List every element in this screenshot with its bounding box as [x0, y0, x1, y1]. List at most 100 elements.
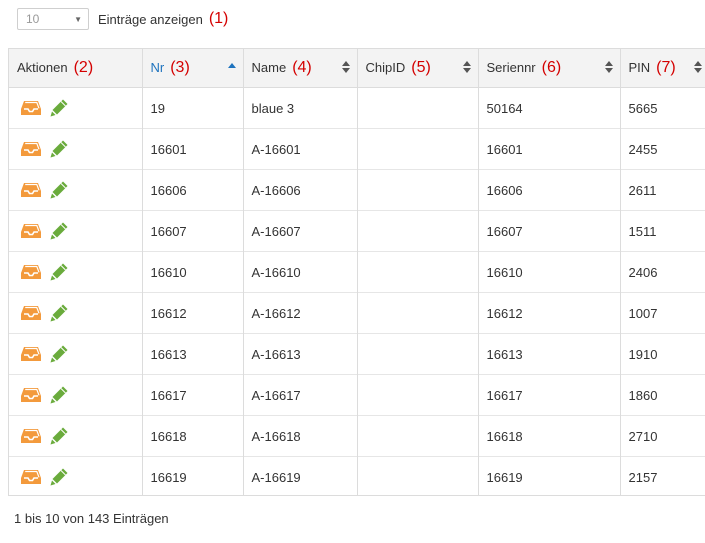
pencil-icon[interactable]	[49, 180, 69, 200]
row-actions	[17, 467, 141, 487]
table-row: 16613 A-16613 16613 1910	[9, 333, 705, 375]
pencil-icon[interactable]	[49, 303, 69, 323]
cell-chipid	[357, 87, 479, 129]
cell-seriennr: 16612	[478, 292, 621, 334]
cell-seriennr: 16617	[478, 374, 621, 416]
inbox-icon[interactable]	[21, 305, 41, 321]
cell-pin: 1910	[620, 333, 705, 375]
annotation-4: (4)	[292, 59, 312, 76]
sort-both-icon	[693, 61, 702, 73]
table-body: 19 blaue 3 50164 5665 16601 A-16601 16601 2455 1…	[9, 87, 705, 495]
annotation-3: (3)	[170, 59, 190, 76]
cell-pin: 2455	[620, 128, 705, 170]
cell-name: blaue 3	[243, 87, 358, 129]
cell-pin: 2611	[620, 169, 705, 211]
column-header-nr[interactable]: Nr (3)	[142, 49, 244, 88]
sort-both-icon	[341, 61, 350, 73]
cell-name: A-16613	[243, 333, 358, 375]
cell-name: A-16610	[243, 251, 358, 293]
cell-nr: 16610	[142, 251, 244, 293]
inbox-icon[interactable]	[21, 346, 41, 362]
row-actions	[17, 262, 141, 282]
table-row: 16610 A-16610 16610 2406	[9, 251, 705, 293]
annotation-2: (2)	[73, 59, 94, 76]
cell-seriennr: 16610	[478, 251, 621, 293]
cell-seriennr: 16601	[478, 128, 621, 170]
inbox-icon[interactable]	[21, 469, 41, 485]
cell-chipid	[357, 374, 479, 416]
cell-seriennr: 50164	[478, 87, 621, 129]
cell-nr: 19	[142, 87, 244, 129]
cell-chipid	[357, 210, 479, 252]
table-row: 16612 A-16612 16612 1007	[9, 292, 705, 334]
row-actions-cell	[9, 374, 143, 416]
sort-both-icon	[604, 61, 613, 73]
page-length-label: Einträge anzeigen	[98, 11, 203, 27]
table-row: 16606 A-16606 16606 2611	[9, 169, 705, 211]
inbox-icon[interactable]	[21, 141, 41, 157]
cell-chipid	[357, 333, 479, 375]
cell-name: A-16619	[243, 456, 358, 495]
inbox-icon[interactable]	[21, 100, 41, 116]
row-actions	[17, 426, 141, 446]
pencil-icon[interactable]	[49, 467, 69, 487]
cell-chipid	[357, 169, 479, 211]
column-header-name[interactable]: Name (4)	[243, 49, 358, 88]
pencil-icon[interactable]	[49, 426, 69, 446]
column-header-actions: Aktionen (2)	[9, 49, 143, 88]
cell-seriennr: 16607	[478, 210, 621, 252]
row-actions-cell	[9, 292, 143, 334]
cell-pin: 1860	[620, 374, 705, 416]
page-length-select[interactable]: 10 ▼	[17, 8, 89, 30]
cell-pin: 1007	[620, 292, 705, 334]
inbox-icon[interactable]	[21, 182, 41, 198]
cell-seriennr: 16606	[478, 169, 621, 211]
row-actions-cell	[9, 210, 143, 252]
row-actions	[17, 180, 141, 200]
cell-name: A-16607	[243, 210, 358, 252]
cell-chipid	[357, 415, 479, 457]
table-info: 1 bis 10 von 143 Einträgen	[14, 511, 169, 526]
chevron-down-icon: ▼	[74, 14, 82, 24]
data-table: Aktionen (2) Nr (3) Name (4) ChipID (5) Seriennr…	[8, 48, 705, 496]
pencil-icon[interactable]	[49, 262, 69, 282]
pencil-icon[interactable]	[49, 139, 69, 159]
row-actions	[17, 221, 141, 241]
row-actions	[17, 385, 141, 405]
pencil-icon[interactable]	[49, 385, 69, 405]
column-header-label: Seriennr	[486, 60, 536, 75]
inbox-icon[interactable]	[21, 428, 41, 444]
cell-name: A-16612	[243, 292, 358, 334]
table-row: 16601 A-16601 16601 2455	[9, 128, 705, 170]
row-actions	[17, 139, 141, 159]
column-header-chipid[interactable]: ChipID (5)	[357, 49, 479, 88]
cell-chipid	[357, 292, 479, 334]
cell-pin: 2710	[620, 415, 705, 457]
length-menu: 10 ▼ Einträge anzeigen (1)	[17, 7, 228, 31]
inbox-icon[interactable]	[21, 223, 41, 239]
pencil-icon[interactable]	[49, 221, 69, 241]
cell-name: A-16601	[243, 128, 358, 170]
column-header-pin[interactable]: PIN (7)	[620, 49, 705, 88]
pencil-icon[interactable]	[49, 344, 69, 364]
cell-chipid	[357, 251, 479, 293]
row-actions-cell	[9, 128, 143, 170]
cell-seriennr: 16619	[478, 456, 621, 495]
cell-pin: 1511	[620, 210, 705, 252]
inbox-icon[interactable]	[21, 387, 41, 403]
inbox-icon[interactable]	[21, 264, 41, 280]
pencil-icon[interactable]	[49, 98, 69, 118]
column-header-seriennr[interactable]: Seriennr (6)	[478, 49, 621, 88]
cell-chipid	[357, 128, 479, 170]
column-header-label: ChipID	[365, 60, 406, 75]
table-header-row: Aktionen (2) Nr (3) Name (4) ChipID (5) Seriennr…	[9, 49, 705, 88]
cell-nr: 16601	[142, 128, 244, 170]
cell-pin: 2406	[620, 251, 705, 293]
cell-nr: 16617	[142, 374, 244, 416]
row-actions-cell	[9, 87, 143, 129]
cell-nr: 16613	[142, 333, 244, 375]
sort-asc-icon	[227, 63, 236, 68]
row-actions	[17, 344, 141, 364]
row-actions	[17, 303, 141, 323]
column-header-label: Aktionen	[17, 60, 68, 75]
